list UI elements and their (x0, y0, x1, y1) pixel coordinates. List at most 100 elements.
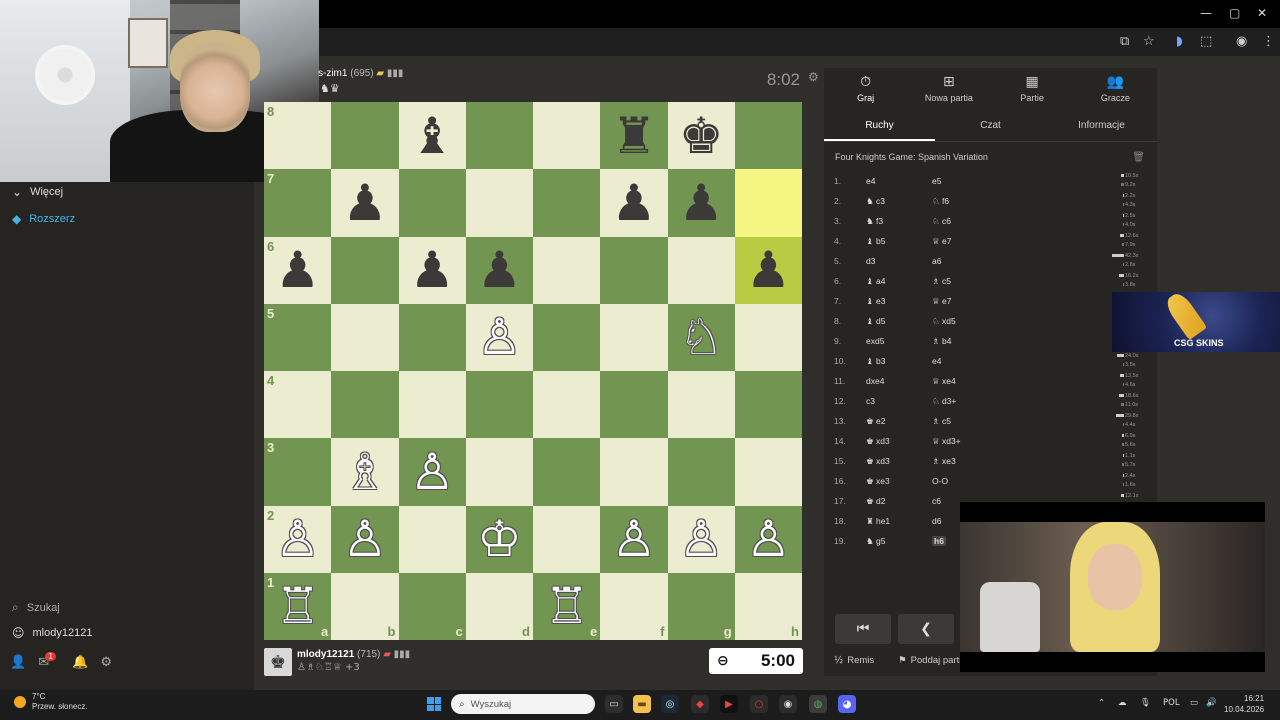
square-c5[interactable] (398, 303, 466, 371)
square-a6[interactable]: 6 ♟ (264, 236, 332, 304)
tab-players[interactable]: 👥 Gracze (1074, 68, 1157, 108)
square-d3[interactable] (465, 438, 533, 506)
square-g6[interactable] (667, 236, 735, 304)
square-d2[interactable]: ♔ (465, 505, 533, 573)
brave-icon[interactable]: ◆ (691, 695, 709, 713)
square-f4[interactable] (600, 371, 668, 439)
white-piece-b2[interactable]: ♙ (331, 506, 398, 573)
white-piece-e1[interactable]: ♖ (533, 573, 600, 640)
volume-icon[interactable]: 🔊 (1206, 698, 1217, 708)
extension-icon[interactable]: ◗ (1176, 34, 1183, 49)
black-piece-a6[interactable]: ♟ (264, 237, 331, 304)
square-f5[interactable] (600, 303, 668, 371)
square-a5[interactable]: 5 (264, 303, 332, 371)
messages-icon[interactable]: ✉1 (38, 652, 60, 670)
black-move[interactable]: d6 (932, 516, 941, 526)
square-f8[interactable]: ♜ (600, 102, 668, 170)
white-piece-c3[interactable]: ♙ (399, 438, 466, 505)
square-e8[interactable] (533, 102, 601, 170)
square-h6[interactable]: ♟ (734, 236, 802, 304)
install-app-icon[interactable]: ⧉ (1120, 34, 1129, 49)
black-move[interactable]: ♕ e7 (932, 236, 951, 247)
tab-games[interactable]: ▦ Partie (991, 68, 1074, 108)
square-a3[interactable]: 3 (264, 438, 332, 506)
black-move[interactable]: e4 (932, 356, 941, 366)
black-move[interactable]: ♗ b4 (932, 336, 951, 347)
square-a8[interactable]: 8 (264, 102, 332, 170)
taskbar-search[interactable]: ⌕ Wyszukaj (451, 694, 595, 714)
square-h7[interactable] (734, 169, 802, 237)
black-piece-h6[interactable]: ♟ (735, 237, 802, 304)
white-piece-a2[interactable]: ♙ (264, 506, 331, 573)
black-move[interactable]: ♕ xe4 (932, 376, 956, 387)
opera-icon[interactable]: ○ (750, 695, 768, 713)
microphone-icon[interactable]: 🎙 (1140, 698, 1151, 708)
black-piece-g7[interactable]: ♟ (668, 169, 735, 236)
opening-name[interactable]: Four Knights Game: Spanish Variation (835, 152, 988, 162)
black-move[interactable]: ♘ f6 (932, 196, 949, 207)
white-move[interactable]: exd5 (866, 336, 884, 346)
square-b3[interactable]: ♗ (331, 438, 399, 506)
black-move[interactable]: a6 (932, 256, 941, 266)
sidebar-item-profile[interactable]: ☺ mlody12121 (12, 626, 92, 640)
black-move[interactable]: h6 (932, 536, 946, 546)
square-c7[interactable] (398, 169, 466, 237)
tab-chat[interactable]: Czat (935, 112, 1046, 141)
black-move[interactable]: ♕ xd3+ (932, 436, 961, 447)
white-move[interactable]: ♝ d5 (866, 316, 885, 327)
square-b6[interactable] (331, 236, 399, 304)
square-g4[interactable] (667, 371, 735, 439)
square-e7[interactable] (533, 169, 601, 237)
square-d8[interactable] (465, 102, 533, 170)
black-move[interactable]: ♗ c5 (932, 416, 951, 427)
chrome-icon[interactable]: ◍ (809, 695, 827, 713)
square-g8[interactable]: ♚ (667, 102, 735, 170)
square-d6[interactable]: ♟ (465, 236, 533, 304)
resign-button[interactable]: ⚑ Poddaj partię (898, 655, 967, 666)
tab-info[interactable]: Informacje (1046, 112, 1157, 141)
white-move[interactable]: ♚ xd3 (866, 456, 890, 467)
black-piece-c8[interactable]: ♝ (399, 102, 466, 169)
square-h1[interactable]: h (734, 572, 802, 640)
square-a2[interactable]: 2 ♙ (264, 505, 332, 573)
square-b8[interactable] (331, 102, 399, 170)
square-f2[interactable]: ♙ (600, 505, 668, 573)
white-move[interactable]: e4 (866, 176, 875, 186)
square-e2[interactable] (533, 505, 601, 573)
white-move[interactable]: ♞ f3 (866, 216, 883, 227)
white-move[interactable]: ♝ b5 (866, 236, 885, 247)
square-e6[interactable] (533, 236, 601, 304)
sidebar-item-search[interactable]: ⌕ Szukaj (12, 600, 60, 615)
white-move[interactable]: d3 (866, 256, 875, 266)
white-move[interactable]: ♝ e3 (866, 296, 885, 307)
white-piece-d2[interactable]: ♔ (466, 506, 533, 573)
black-piece-f7[interactable]: ♟ (600, 169, 667, 236)
menu-dots-icon[interactable]: ⋮ (1262, 34, 1275, 49)
black-move[interactable]: ♘ c6 (932, 216, 951, 227)
draw-button[interactable]: ½ Remis (834, 655, 874, 666)
white-piece-a1[interactable]: ♖ (264, 573, 331, 640)
windows-start-icon[interactable] (427, 697, 441, 711)
black-move[interactable]: O-O (932, 476, 948, 486)
white-move[interactable]: ♝ b3 (866, 356, 885, 367)
tab-moves[interactable]: Ruchy (824, 112, 935, 141)
black-move[interactable]: ♕ e7 (932, 296, 951, 307)
square-g7[interactable]: ♟ (667, 169, 735, 237)
tray-cloud-icon[interactable]: ☁ (1118, 698, 1127, 708)
minimize-button[interactable]: — (1200, 6, 1212, 20)
white-piece-d5[interactable]: ♙ (466, 304, 533, 371)
opponent-name[interactable]: s-zim1 (318, 68, 347, 79)
black-move[interactable]: e5 (932, 176, 941, 186)
square-e4[interactable] (533, 371, 601, 439)
discord-icon[interactable]: ◕ (838, 695, 856, 713)
black-piece-c6[interactable]: ♟ (399, 237, 466, 304)
white-piece-g5[interactable]: ♘ (668, 304, 735, 371)
first-move-button[interactable]: ⏮ (835, 614, 891, 644)
square-f6[interactable] (600, 236, 668, 304)
task-view-icon[interactable]: ▭ (605, 695, 623, 713)
bookmark-star-icon[interactable]: ☆ (1143, 34, 1155, 49)
square-c1[interactable]: c (398, 572, 466, 640)
board-settings-icon[interactable]: ⚙ (808, 70, 819, 84)
square-b1[interactable]: b (331, 572, 399, 640)
square-c8[interactable]: ♝ (398, 102, 466, 170)
